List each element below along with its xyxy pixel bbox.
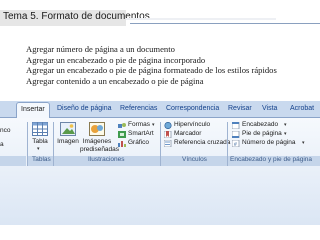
tab-insertar[interactable]: Insertar — [16, 102, 50, 118]
ribbon-tabstrip: Insertar Diseño de página Referencias Co… — [0, 101, 320, 118]
chevron-down-icon: ▾ — [37, 146, 40, 152]
group-label-tablas: Tablas — [32, 156, 51, 163]
bullet-list: Agregar número de página a un documento … — [26, 44, 277, 86]
tab-acrobat[interactable]: Acrobat — [290, 105, 314, 112]
footer-icon — [232, 131, 240, 138]
slide-title-bar: Tema 5. Formato de documentos — [0, 10, 150, 26]
group-label-ilustraciones: Ilustraciones — [88, 156, 125, 163]
imagenes-label-line1: Imágenes — [82, 138, 112, 145]
title-rule-light — [126, 18, 276, 20]
chevron-down-icon: ▾ — [284, 122, 287, 128]
imagen-label: Imagen — [57, 138, 79, 145]
tab-referencias[interactable]: Referencias — [120, 105, 157, 112]
chart-icon — [118, 141, 126, 147]
imagenes-label: Imágenes prediseñadas — [80, 138, 119, 153]
group-label-bar — [0, 156, 26, 166]
table-icon — [32, 122, 48, 136]
pie-de-pagina-label: Pie de página — [242, 130, 282, 137]
bullet-item: Agregar un encabezado o pie de página fo… — [26, 65, 277, 75]
referencia-cruzada-label: Referencia cruzada — [174, 139, 231, 146]
svg-text:#: # — [234, 142, 237, 147]
smartart-label: SmartArt — [128, 130, 154, 137]
tab-revisar[interactable]: Revisar — [228, 105, 252, 112]
header-icon — [232, 122, 240, 129]
grafico-label: Gráfico — [128, 139, 149, 146]
cut-off-label: a — [0, 141, 4, 148]
tab-correspondencia[interactable]: Correspondencia — [166, 105, 219, 112]
bullet-item: Agregar número de página a un documento — [26, 44, 175, 54]
bullet-item: Agregar contenido a un encabezado o pie … — [26, 75, 204, 86]
encabezado-label: Encabezado — [242, 121, 279, 128]
ribbon-panel: nco a Tabla ▾ Tablas Imagen Imágenes pre… — [0, 118, 320, 225]
group-label-encabezado: Encabezado y pie de página — [230, 156, 313, 163]
numero-de-pagina-label: Número de página — [242, 139, 296, 146]
chevron-down-icon: ▾ — [302, 140, 305, 146]
shapes-icon — [118, 123, 126, 128]
slide-title: Tema 5. Formato de documentos — [3, 11, 150, 22]
group-label-vinculos: Vínculos — [182, 156, 207, 163]
tabla-label: Tabla — [32, 138, 48, 145]
bullet-item: Agregar un encabezado o pie de página in… — [26, 54, 206, 65]
hipervinculo-label: Hipervínculo — [174, 121, 211, 128]
tab-diseno-de-pagina[interactable]: Diseño de página — [57, 105, 112, 112]
bookmark-icon — [164, 131, 172, 138]
globe-link-icon — [164, 122, 172, 129]
title-rule-dark — [130, 23, 320, 24]
picture-icon — [60, 122, 76, 136]
page-number-icon: # — [232, 140, 240, 147]
formas-label: Formas — [128, 121, 151, 128]
chevron-down-icon: ▾ — [284, 131, 287, 137]
imagenes-label-line2: prediseñadas — [80, 145, 120, 153]
clipart-icon — [89, 122, 105, 136]
smartart-icon — [118, 131, 126, 138]
cut-off-label: nco — [0, 127, 11, 134]
cross-reference-icon — [164, 140, 172, 147]
tab-vista[interactable]: Vista — [262, 105, 277, 112]
chevron-down-icon: ▾ — [152, 122, 155, 128]
marcador-label: Marcador — [174, 130, 202, 137]
word-ribbon: Insertar Diseño de página Referencias Co… — [0, 101, 320, 225]
